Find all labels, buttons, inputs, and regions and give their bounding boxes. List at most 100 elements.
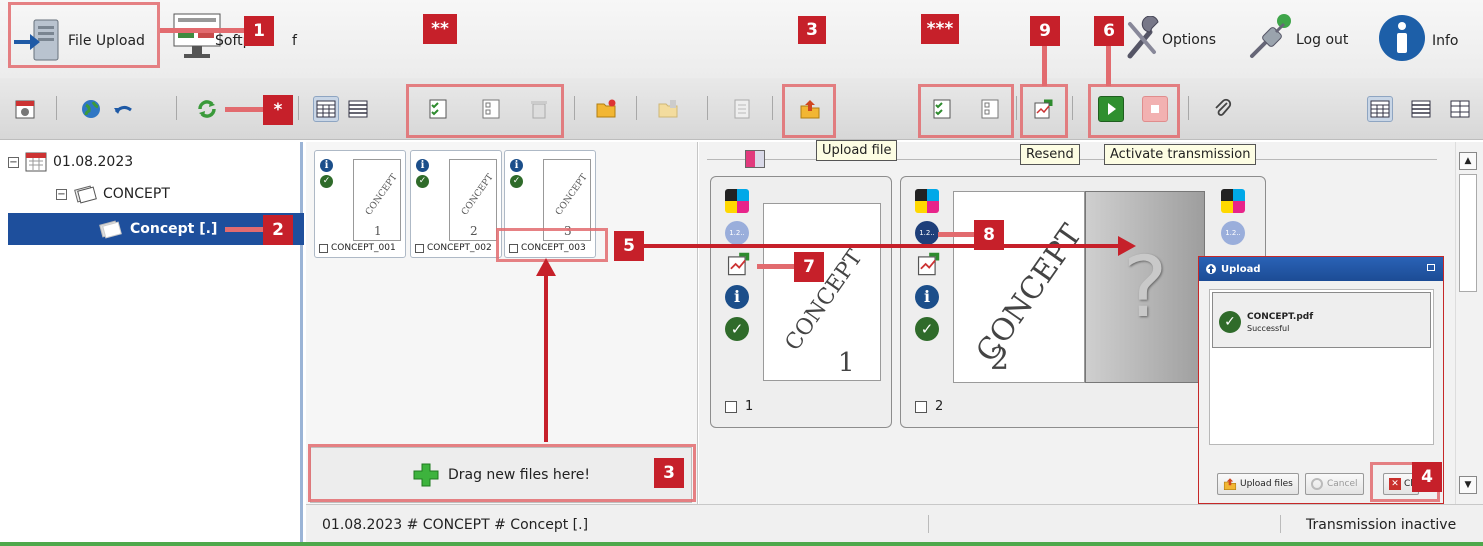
callout-connector	[225, 107, 265, 112]
document-stack-icon	[74, 185, 97, 204]
thumbnail-name: CONCEPT_002	[427, 243, 492, 253]
preview-page-number: 1	[838, 348, 855, 378]
scrollbar[interactable]: ▲ ▼	[1455, 142, 1481, 504]
undo-arrow-icon	[114, 105, 132, 114]
globe-button[interactable]	[78, 96, 104, 122]
status-divider	[1280, 515, 1281, 533]
upload-icon	[1206, 264, 1216, 274]
thumbnail-name: CONCEPT_001	[331, 243, 396, 253]
toolbar-separator	[1072, 96, 1073, 120]
callout-highlight-thumbnail-label	[496, 228, 608, 262]
page-card[interactable]: 1.2.. i ✓ CONCEPT 1 1	[710, 176, 892, 428]
plug-icon	[1250, 14, 1291, 58]
attach-button[interactable]	[1210, 96, 1236, 122]
callout-highlight-upload-button	[782, 84, 836, 138]
info-icon[interactable]: i	[915, 285, 939, 309]
version-badge-icon[interactable]: 1.2..	[725, 221, 749, 245]
collapse-toggle-icon[interactable]: −	[56, 188, 67, 200]
missing-page-placeholder: ?	[1085, 191, 1205, 383]
callout-connector	[938, 232, 978, 237]
toolbar-separator	[298, 96, 299, 120]
toolbar-separator	[56, 96, 57, 120]
scroll-down-arrow-icon[interactable]: ▼	[1459, 476, 1477, 494]
thumbnail-label[interactable]: CONCEPT_001	[319, 243, 396, 253]
callout-highlight-select-tools	[406, 84, 564, 138]
status-ok-icon: ✓	[915, 317, 939, 341]
maximize-icon[interactable]	[1427, 264, 1435, 271]
status-bar: 01.08.2023 # CONCEPT # Concept [.] Trans…	[306, 504, 1483, 542]
new-folder-button[interactable]	[593, 96, 619, 122]
upload-file-item[interactable]: ✓ CONCEPT.pdf Successful	[1212, 292, 1431, 348]
info-icon[interactable]: i	[416, 159, 429, 172]
callout-badge-triple-star: ***	[921, 14, 959, 44]
activate-transmission-tooltip: Activate transmission	[1104, 144, 1257, 165]
resend-icon[interactable]	[915, 251, 941, 277]
preview-watermark: CONCEPT	[364, 172, 400, 218]
dialog-title: Upload	[1221, 263, 1261, 275]
logout-nav-item[interactable]: Log out	[1248, 10, 1360, 66]
upload-files-button[interactable]: Upload files	[1217, 473, 1299, 495]
callout-badge-5: 5	[614, 231, 644, 261]
upload-file-tooltip: Upload file	[816, 140, 898, 161]
document-settings-button[interactable]	[729, 96, 755, 122]
tree-node-concept[interactable]: Concept [.]	[98, 217, 217, 241]
paperclip-icon	[1215, 98, 1232, 116]
info-icon[interactable]: i	[320, 159, 333, 172]
collapse-toggle-icon[interactable]: −	[8, 156, 19, 168]
color-profile-icon[interactable]	[1221, 189, 1245, 213]
callout-connector	[1106, 44, 1111, 86]
file-thumbnail[interactable]: i ✓ CONCEPT 1 CONCEPT_001	[314, 150, 406, 258]
tree-node-folder[interactable]: − CONCEPT	[56, 182, 170, 206]
page-select[interactable]: 2	[915, 399, 943, 414]
resend-icon[interactable]	[725, 251, 751, 277]
scroll-up-arrow-icon[interactable]: ▲	[1459, 152, 1477, 170]
dialog-title-bar[interactable]: Upload	[1199, 257, 1443, 281]
pages-grid-view-button[interactable]	[1367, 96, 1393, 122]
callout-badge-star: *	[263, 95, 293, 125]
info-icon	[1379, 15, 1425, 61]
calendar-gear-icon	[15, 100, 35, 119]
options-label: Options	[1162, 32, 1217, 48]
version-badge-icon[interactable]: 1.2..	[1221, 221, 1245, 245]
color-profile-icon[interactable]	[725, 189, 749, 213]
cancel-button[interactable]: Cancel	[1305, 473, 1364, 495]
columns-icon	[1450, 100, 1470, 118]
preview-watermark: CONCEPT	[554, 172, 590, 218]
software-nav-item[interactable]: Softp f	[172, 12, 307, 68]
scroll-thumb[interactable]	[1459, 174, 1477, 292]
thumbnail-view-button[interactable]	[313, 96, 339, 122]
delete-folder-button[interactable]	[655, 96, 681, 122]
info-nav-item[interactable]: Info	[1378, 10, 1478, 66]
page-number-label: 1	[745, 399, 754, 414]
list-view-icon	[348, 100, 368, 118]
page-preview: CONCEPT 1	[763, 203, 881, 381]
folder-add-icon	[596, 99, 616, 118]
refresh-button[interactable]	[194, 96, 220, 122]
callout-badge-4: 4	[1412, 462, 1442, 492]
undo-button[interactable]	[110, 96, 136, 122]
cancel-icon	[1311, 478, 1323, 490]
pages-list-view-button[interactable]	[1408, 96, 1434, 122]
thumbnail-checkbox[interactable]	[319, 243, 328, 253]
thumbnail-checkbox[interactable]	[415, 243, 424, 253]
tree-folder-label: CONCEPT	[103, 186, 170, 202]
calendar-settings-button[interactable]	[12, 96, 38, 122]
list-view-button[interactable]	[345, 96, 371, 122]
version-badge-icon[interactable]: 1.2..	[915, 221, 939, 245]
arrow-head-icon	[536, 258, 556, 276]
cancel-label: Cancel	[1327, 479, 1358, 489]
color-profile-icon[interactable]	[915, 189, 939, 213]
thumbnail-label[interactable]: CONCEPT_002	[415, 243, 492, 253]
logout-label: Log out	[1296, 32, 1349, 48]
options-nav-item[interactable]: Options	[1124, 14, 1224, 64]
page-select[interactable]: 1	[725, 399, 753, 414]
info-icon[interactable]: i	[725, 285, 749, 309]
info-icon[interactable]: i	[510, 159, 523, 172]
tree-node-date[interactable]: − 01.08.2023	[8, 150, 133, 174]
document-stack-icon	[99, 220, 122, 239]
page-checkbox[interactable]	[725, 400, 737, 413]
callout-arrow-line	[644, 244, 1120, 248]
pages-column-view-button[interactable]	[1447, 96, 1473, 122]
file-thumbnail[interactable]: i ✓ CONCEPT 2 CONCEPT_002	[410, 150, 502, 258]
page-checkbox[interactable]	[915, 400, 927, 413]
